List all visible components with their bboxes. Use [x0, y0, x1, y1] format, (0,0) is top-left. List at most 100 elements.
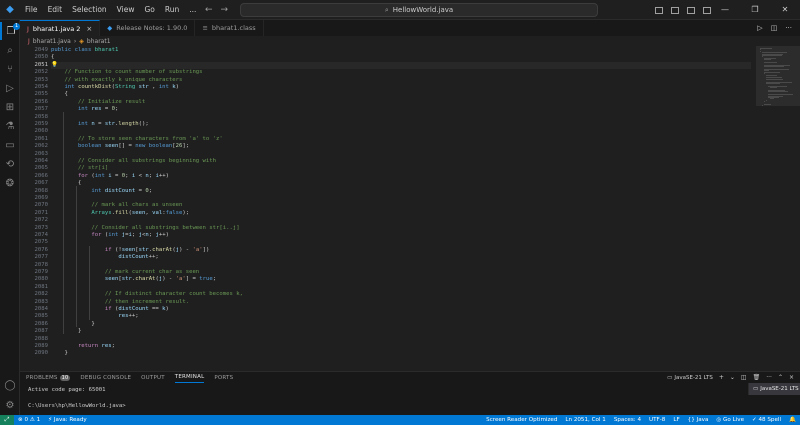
- explorer-icon[interactable]: ❐ 1: [0, 22, 21, 40]
- panel-tab-problems[interactable]: PROBLEMS 10: [26, 372, 71, 383]
- panel-tab-ports[interactable]: PORTS: [214, 372, 233, 383]
- tab-bharat1-java[interactable]: J bharat1.java 2 ×: [20, 20, 101, 36]
- maximize-icon[interactable]: ❐: [740, 0, 770, 20]
- code-line[interactable]: }: [51, 328, 81, 335]
- code-line[interactable]: Arrays.fill(seen, val:false);: [51, 210, 189, 217]
- code-line[interactable]: // mark all chars as unseen: [51, 202, 182, 209]
- close-panel-icon[interactable]: ×: [789, 374, 794, 381]
- code-line[interactable]: if (distCount == k): [51, 306, 169, 313]
- problems-status[interactable]: ⊗ 0 ⚠ 1: [14, 415, 44, 425]
- close-icon[interactable]: ×: [86, 25, 92, 33]
- accounts-icon[interactable]: ◯: [0, 376, 20, 394]
- search-view-icon[interactable]: ⌕: [0, 41, 20, 59]
- remote-explorer-icon[interactable]: ▭: [0, 136, 20, 154]
- command-center-search[interactable]: ⌕ HellowWorld.java: [240, 3, 598, 17]
- split-editor-icon[interactable]: ◫: [771, 24, 778, 32]
- menu-view[interactable]: View: [112, 0, 140, 20]
- minimap[interactable]: [756, 46, 800, 371]
- more-actions-icon[interactable]: ···: [785, 24, 792, 32]
- code-line[interactable]: // mark current char as seen: [51, 269, 199, 276]
- extensions-icon[interactable]: ⊞: [0, 98, 20, 116]
- terminal-list-item[interactable]: ▭ JavaSE-21 LTS: [748, 383, 800, 395]
- java-status[interactable]: ⚡ Java: Ready: [44, 415, 91, 425]
- toggle-panel-icon[interactable]: [671, 6, 679, 14]
- minimize-icon[interactable]: —: [710, 0, 740, 20]
- live-share-icon[interactable]: ⟲: [0, 155, 20, 173]
- code-line[interactable]: res++;: [51, 313, 138, 320]
- code-editor[interactable]: 2049 2050 2051 2052 2053 2054 2055 2056 2057 2058…: [20, 46, 800, 371]
- code-line[interactable]: int res = 0;: [51, 106, 118, 113]
- copilot-icon[interactable]: ❂: [0, 174, 20, 192]
- go-live[interactable]: ◎ Go Live: [712, 415, 748, 425]
- code-line[interactable]: {: [51, 54, 54, 61]
- code-line[interactable]: // Function to count number of substring…: [51, 69, 202, 76]
- code-line[interactable]: // str[i]: [51, 165, 108, 172]
- indentation[interactable]: Spaces: 4: [610, 415, 645, 425]
- code-line[interactable]: seen[str.charAt(j) - 'a'] = true;: [51, 276, 216, 283]
- menu-edit[interactable]: Edit: [43, 0, 68, 20]
- code-line[interactable]: // To store seen characters from 'a' to …: [51, 136, 223, 143]
- code-line[interactable]: {: [51, 180, 81, 187]
- spell-check[interactable]: ✓ 48 Spell: [748, 415, 785, 425]
- menu-selection[interactable]: Selection: [67, 0, 112, 20]
- encoding[interactable]: UTF-8: [645, 415, 669, 425]
- code-line[interactable]: if (!seen[str.charAt(j) - 'a']): [51, 247, 210, 254]
- manage-gear-icon[interactable]: ⚙: [0, 396, 20, 414]
- toggle-secondary-sidebar-icon[interactable]: [687, 6, 695, 14]
- source-control-icon[interactable]: ⑂: [0, 60, 20, 78]
- code-line[interactable]: // with exactly k unique characters: [51, 77, 182, 84]
- tab-bharat1-class[interactable]: ≡ bharat1.class: [195, 20, 264, 36]
- panel-tab-terminal[interactable]: TERMINAL: [174, 372, 205, 383]
- code-line[interactable]: // If distinct character count becomes k…: [51, 291, 243, 298]
- close-window-icon[interactable]: ✕: [770, 0, 800, 20]
- panel-tab-debug-console[interactable]: DEBUG CONSOLE: [80, 372, 131, 383]
- code-line[interactable]: for (int i = 0; i < n; i++): [51, 173, 169, 180]
- menu-file[interactable]: File: [20, 0, 43, 20]
- code-line[interactable]: // Consider all substrings between str[i…: [51, 225, 239, 232]
- code-line[interactable]: boolean seen[] = new boolean[26];: [51, 143, 189, 150]
- line-ending[interactable]: LF: [669, 415, 683, 425]
- breadcrumb-file[interactable]: bharat1.java: [33, 38, 71, 45]
- code-line[interactable]: return res;: [51, 343, 115, 350]
- panel-tab-output[interactable]: OUTPUT: [141, 372, 165, 383]
- code-line[interactable]: for (int j=i; j<n; j++): [51, 232, 169, 239]
- breadcrumb-symbol[interactable]: bharat1: [87, 38, 111, 45]
- trash-icon[interactable]: 🗑: [753, 374, 761, 381]
- code-line[interactable]: distCount++;: [51, 254, 158, 261]
- run-debug-icon[interactable]: ▷: [0, 79, 20, 97]
- code-line[interactable]: // then increment result.: [51, 299, 189, 306]
- screen-reader-status[interactable]: Screen Reader Optimized: [482, 415, 561, 425]
- menu-run[interactable]: Run: [160, 0, 184, 20]
- terminal-output[interactable]: Active code page: 65001 C:\Users\hp\Hell…: [28, 386, 126, 410]
- arrow-right-icon[interactable]: →: [221, 5, 229, 15]
- add-terminal-icon[interactable]: +: [719, 374, 724, 381]
- lightbulb-icon[interactable]: 💡: [51, 62, 58, 68]
- code-line[interactable]: int n = str.length();: [51, 121, 149, 128]
- arrow-left-icon[interactable]: ←: [205, 5, 213, 15]
- chevron-down-icon[interactable]: ⌄: [730, 374, 735, 381]
- code-line[interactable]: // Initialize result: [51, 99, 145, 106]
- code-line[interactable]: // Consider all substrings beginning wit…: [51, 158, 216, 165]
- notifications-bell-icon[interactable]: 🔔: [785, 415, 800, 425]
- language-mode[interactable]: {} Java: [684, 415, 713, 425]
- code-line[interactable]: }: [51, 321, 94, 328]
- split-terminal-icon[interactable]: ◫: [741, 374, 747, 381]
- more-actions-icon[interactable]: ···: [766, 374, 772, 381]
- menu-go[interactable]: Go: [139, 0, 159, 20]
- maximize-panel-icon[interactable]: ⌃: [778, 374, 783, 381]
- menu-more[interactable]: ...: [184, 0, 201, 20]
- code-line[interactable]: int distCount = 0;: [51, 188, 152, 195]
- code-line[interactable]: }: [51, 350, 67, 357]
- remote-indicator-icon[interactable]: ⤢: [0, 415, 14, 425]
- toggle-primary-sidebar-icon[interactable]: [655, 6, 663, 14]
- code-line[interactable]: public class bharat1: [51, 47, 118, 54]
- code-line[interactable]: 💡: [51, 61, 751, 70]
- cursor-position[interactable]: Ln 2051, Col 1: [561, 415, 609, 425]
- terminal-selector[interactable]: ▭ JavaSE-21 LTS: [667, 375, 713, 381]
- code-line[interactable]: {: [51, 91, 67, 98]
- code-line[interactable]: int countkDist(String str , int k): [51, 84, 179, 91]
- tab-release-notes[interactable]: ◆ Release Notes: 1.90.0: [100, 20, 196, 36]
- run-icon[interactable]: ▷: [757, 24, 762, 32]
- testing-icon[interactable]: ⚗: [0, 117, 20, 135]
- code-area[interactable]: public class bharat1{💡 // Function to co…: [51, 46, 751, 371]
